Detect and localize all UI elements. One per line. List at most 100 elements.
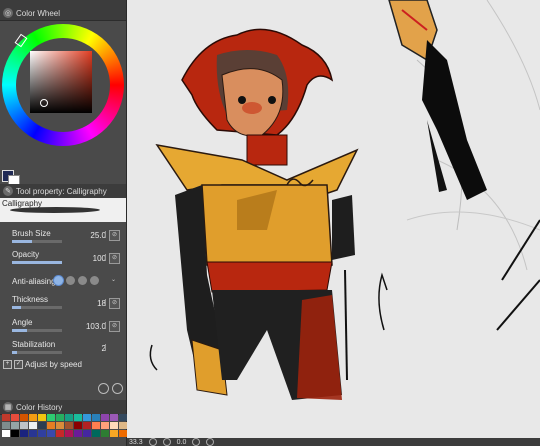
color-history-swatch[interactable] xyxy=(65,422,73,429)
flip-icon[interactable] xyxy=(206,438,215,446)
tool-property-tabbar[interactable]: ✎ Tool property: Calligraphy xyxy=(0,184,126,199)
color-history-swatch[interactable] xyxy=(110,414,118,421)
thickness-row[interactable]: Thickness 18 ⊘ xyxy=(0,295,126,311)
opacity-value[interactable]: 100 xyxy=(93,254,106,263)
color-history-swatch[interactable] xyxy=(119,414,127,421)
aa-medium-option[interactable] xyxy=(78,276,87,285)
expand-icon[interactable]: + xyxy=(3,360,12,369)
tool-property-tab-icon[interactable]: ✎ xyxy=(3,186,13,196)
color-history-swatch[interactable] xyxy=(92,422,100,429)
color-history-swatch[interactable] xyxy=(29,422,37,429)
opacity-slider[interactable] xyxy=(12,261,62,264)
aa-none-option[interactable] xyxy=(54,276,63,285)
color-history-swatch[interactable] xyxy=(56,414,64,421)
color-history-swatch[interactable] xyxy=(20,430,28,437)
color-history-swatch[interactable] xyxy=(29,414,37,421)
zoom-value[interactable]: 33.3 xyxy=(129,439,143,446)
drawing-canvas[interactable] xyxy=(127,0,540,438)
gesture-arrow xyxy=(378,272,388,331)
rotation-value[interactable]: 0.0 xyxy=(177,439,187,446)
color-history-swatch[interactable] xyxy=(29,430,37,437)
aa-weak-option[interactable] xyxy=(66,276,75,285)
color-history-swatch[interactable] xyxy=(2,414,10,421)
zoom-out-icon[interactable] xyxy=(148,438,157,446)
color-history-swatch[interactable] xyxy=(20,422,28,429)
stabilization-spinner[interactable] xyxy=(105,344,109,351)
color-history-swatch[interactable] xyxy=(110,430,118,437)
color-history-swatch[interactable] xyxy=(38,414,46,421)
color-history-tabbar[interactable]: ▦ Color History xyxy=(0,400,126,415)
thickness-label: Thickness xyxy=(12,295,49,304)
color-wheel-header[interactable]: ◎ Color Wheel xyxy=(0,6,126,21)
left-panel: ◎ Color Wheel 52 43 40 ✎ Tool property: … xyxy=(0,0,127,446)
color-history-swatch[interactable] xyxy=(2,430,10,437)
color-history-swatch[interactable] xyxy=(56,430,64,437)
settings-icon[interactable] xyxy=(98,383,109,394)
color-history-swatch[interactable] xyxy=(65,414,73,421)
color-history-swatch[interactable] xyxy=(11,430,19,437)
adjust-by-speed-checkbox[interactable]: ✓ xyxy=(14,360,23,369)
thickness-pressure-icon[interactable]: ⊘ xyxy=(109,298,120,309)
color-history-swatch[interactable] xyxy=(119,430,127,437)
color-history-swatch[interactable] xyxy=(47,414,55,421)
color-history-swatch[interactable] xyxy=(38,422,46,429)
tool-property-header[interactable]: ✎ Tool property: Calligraphy xyxy=(0,184,126,199)
color-history-swatch[interactable] xyxy=(2,422,10,429)
chevron-down-icon[interactable]: ⌄ xyxy=(109,276,118,285)
color-history-swatch[interactable] xyxy=(47,422,55,429)
color-history-swatch[interactable] xyxy=(74,422,82,429)
stabilization-slider[interactable] xyxy=(12,351,62,354)
color-history-swatch[interactable] xyxy=(83,430,91,437)
color-history-swatch[interactable] xyxy=(92,414,100,421)
color-wheel-tab-icon[interactable]: ◎ xyxy=(3,8,13,18)
brush-size-value[interactable]: 25.0 xyxy=(90,231,106,240)
stabilization-label: Stabilization xyxy=(12,340,56,349)
color-history-swatch[interactable] xyxy=(74,430,82,437)
color-history-swatch[interactable] xyxy=(56,422,64,429)
thickness-slider[interactable] xyxy=(12,306,62,309)
opacity-pressure-icon[interactable]: ⊘ xyxy=(109,253,120,264)
color-wheel-area: 52 43 40 xyxy=(0,21,126,196)
color-history-swatch[interactable] xyxy=(110,422,118,429)
brush-size-row[interactable]: Brush Size 25.0 ⊘ xyxy=(0,229,126,245)
color-history-swatch[interactable] xyxy=(11,422,19,429)
color-history-swatch[interactable] xyxy=(20,414,28,421)
color-history-swatch[interactable] xyxy=(101,422,109,429)
color-wheel-title: Color Wheel xyxy=(16,8,61,18)
brush-size-slider[interactable] xyxy=(12,240,62,243)
zoom-in-icon[interactable] xyxy=(162,438,171,446)
character-right-arm xyxy=(332,195,355,260)
aa-strong-option[interactable] xyxy=(90,276,99,285)
angle-row[interactable]: Angle 103.0 ⊘ xyxy=(0,318,126,334)
anti-aliasing-row[interactable]: Anti-aliasing ⌄ xyxy=(0,275,126,289)
color-history-swatch[interactable] xyxy=(119,422,127,429)
color-history-header[interactable]: ▦ Color History xyxy=(0,400,126,415)
brush-size-label: Brush Size xyxy=(12,229,51,238)
angle-slider[interactable] xyxy=(12,329,62,332)
color-history-swatch[interactable] xyxy=(65,430,73,437)
sv-cursor[interactable] xyxy=(40,99,48,107)
gesture-stroke xyxy=(149,344,158,371)
wrench-icon[interactable] xyxy=(112,383,123,394)
color-history-swatch[interactable] xyxy=(83,422,91,429)
adjust-by-speed-row[interactable]: + ✓ Adjust by speed xyxy=(3,360,82,369)
angle-value[interactable]: 103.0 xyxy=(86,322,106,331)
color-history-swatch[interactable] xyxy=(11,414,19,421)
color-history-swatch[interactable] xyxy=(74,414,82,421)
anti-aliasing-options[interactable] xyxy=(54,276,99,285)
color-history-swatch[interactable] xyxy=(38,430,46,437)
brush-stroke-preview xyxy=(8,207,102,213)
color-history-swatch[interactable] xyxy=(83,414,91,421)
color-history-swatch[interactable] xyxy=(101,414,109,421)
color-history-swatch[interactable] xyxy=(47,430,55,437)
color-history-tab-icon[interactable]: ▦ xyxy=(3,402,13,412)
brush-size-pressure-icon[interactable]: ⊘ xyxy=(109,230,120,241)
angle-pressure-icon[interactable]: ⊘ xyxy=(109,321,120,332)
color-history-swatch[interactable] xyxy=(92,430,100,437)
rotate-icon[interactable] xyxy=(192,438,201,446)
color-history-swatch[interactable] xyxy=(101,430,109,437)
stabilization-row[interactable]: Stabilization 2 xyxy=(0,340,126,356)
opacity-row[interactable]: Opacity 100 ⊘ xyxy=(0,250,126,266)
brush-preview[interactable]: Calligraphy xyxy=(0,198,126,222)
character-belt xyxy=(206,261,333,293)
